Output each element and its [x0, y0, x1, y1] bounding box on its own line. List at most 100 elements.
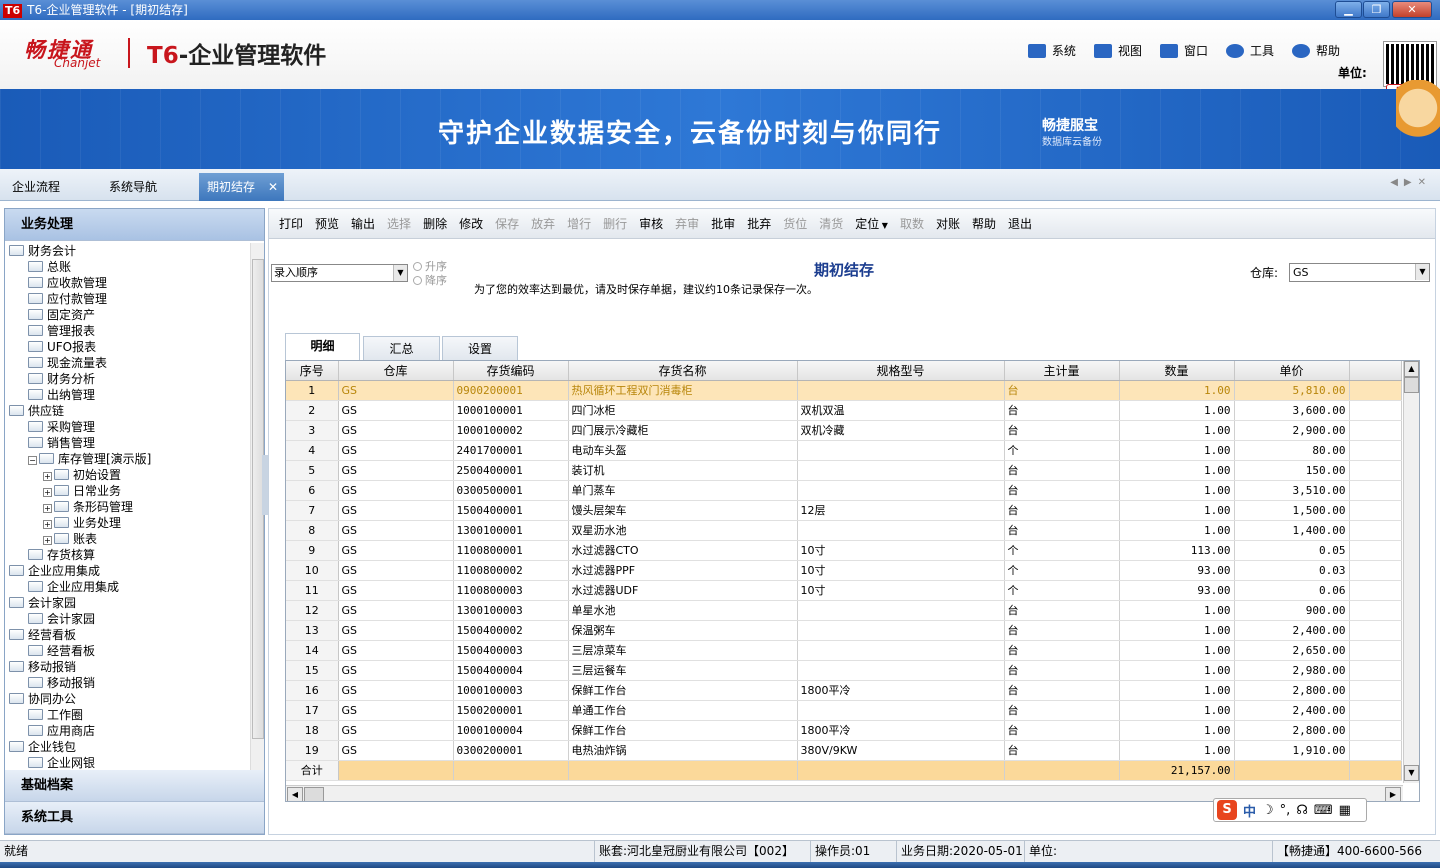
table-cell[interactable]: 1800平冷: [797, 720, 1005, 741]
table-cell[interactable]: 1.00: [1119, 740, 1235, 761]
table-cell[interactable]: 水过滤器CTO: [568, 540, 798, 561]
tree-node[interactable]: 财务分析: [28, 371, 95, 387]
toolbar-button[interactable]: 输出: [345, 213, 381, 235]
table-cell[interactable]: 12: [286, 600, 339, 621]
table-cell[interactable]: 1: [286, 380, 339, 401]
table-cell[interactable]: GS: [338, 520, 454, 541]
table-cell[interactable]: 2,800.00: [1234, 680, 1350, 701]
table-row[interactable]: 7 GS 1500400001 馒头层架车 12层台 1.00 1,500.00: [286, 500, 1402, 521]
table-cell[interactable]: 1000100003: [453, 680, 569, 701]
column-header[interactable]: 存货编码: [453, 361, 569, 381]
table-row[interactable]: 19 GS 0300200001 电热油炸锅 380V/9KW 台 1.00 1,910.00: [286, 740, 1402, 761]
table-cell[interactable]: 3: [286, 420, 339, 441]
table-row[interactable]: 12 GS 1300100003 单星水池 台 1.00 900.00: [286, 600, 1402, 621]
table-cell[interactable]: 1.00: [1119, 600, 1235, 621]
toolbar-button[interactable]: 修改: [453, 213, 489, 235]
tree-node[interactable]: − 库存管理[演示版]: [28, 451, 151, 467]
toolbar-button[interactable]: 定位: [849, 213, 894, 235]
table-cell[interactable]: 10寸: [797, 560, 1005, 581]
table-cell[interactable]: GS: [338, 560, 454, 581]
toolbar-button[interactable]: 批弃: [741, 213, 777, 235]
table-cell[interactable]: 台: [1004, 720, 1120, 741]
tree-node[interactable]: 企业应用集成: [9, 563, 100, 579]
table-row[interactable]: 11 GS 1100800003 水过滤器UDF 10寸个 93.00 0.06: [286, 580, 1402, 601]
tab-system-nav[interactable]: 系统导航: [109, 178, 157, 195]
tree-node[interactable]: + 业务处理: [43, 515, 121, 531]
scrollbar-thumb[interactable]: [1404, 377, 1419, 393]
table-cell[interactable]: 6: [286, 480, 339, 501]
tree-node[interactable]: 财务会计: [9, 243, 76, 259]
tree-node[interactable]: UFO报表: [28, 339, 96, 355]
table-cell[interactable]: 1500400004: [453, 660, 569, 681]
table-row[interactable]: 1 GS 0900200001 热风循环工程双门消毒柜 台 1.00 5,810.00: [286, 380, 1402, 401]
table-cell[interactable]: 1,500.00: [1234, 500, 1350, 521]
table-cell[interactable]: 0300200001: [453, 740, 569, 761]
tree-node[interactable]: + 日常业务: [43, 483, 121, 499]
table-cell[interactable]: 5,810.00: [1234, 380, 1350, 401]
tree-node[interactable]: 移动报销: [9, 659, 76, 675]
ime-mode[interactable]: 中: [1243, 801, 1256, 820]
tree-node[interactable]: 出纳管理: [28, 387, 95, 403]
table-cell[interactable]: 台: [1004, 620, 1120, 641]
toolbar-button[interactable]: 删行: [597, 213, 633, 235]
table-cell[interactable]: 0.05: [1234, 540, 1350, 561]
tree-node[interactable]: 会计家园: [9, 595, 76, 611]
table-cell[interactable]: GS: [338, 600, 454, 621]
table-cell[interactable]: 台: [1004, 680, 1120, 701]
table-row[interactable]: 8 GS 1300100001 双星沥水池 台 1.00 1,400.00: [286, 520, 1402, 541]
table-cell[interactable]: [797, 480, 1005, 501]
table-cell[interactable]: 台: [1004, 520, 1120, 541]
table-row[interactable]: 2 GS 1000100001 四门冰柜 双机双温台 1.00 3,600.00: [286, 400, 1402, 421]
table-cell[interactable]: 1.00: [1119, 480, 1235, 501]
chevron-down-icon[interactable]: ▼: [393, 265, 407, 281]
table-cell[interactable]: [797, 380, 1005, 401]
table-cell[interactable]: GS: [338, 440, 454, 461]
scroll-down-icon[interactable]: ▼: [1404, 765, 1419, 781]
table-cell[interactable]: 个: [1004, 580, 1120, 601]
table-cell[interactable]: GS: [338, 660, 454, 681]
table-cell[interactable]: 三层凉菜车: [568, 640, 798, 661]
table-row[interactable]: 18 GS 1000100004 保鲜工作台 1800平冷台 1.00 2,800.00: [286, 720, 1402, 741]
ime-toolbar[interactable]: S 中 ☽ °, ☊ ⌨ ▦: [1213, 798, 1367, 822]
table-cell[interactable]: 台: [1004, 660, 1120, 681]
sidebar-system-tools[interactable]: 系统工具: [5, 802, 264, 834]
punctuation-icon[interactable]: °,: [1280, 803, 1291, 818]
tab-scroll-arrows[interactable]: ◀▶✕: [1390, 177, 1432, 188]
ad-banner[interactable]: 守护企业数据安全，云备份时刻与你同行 畅捷服宝 数据库云备份: [0, 89, 1440, 169]
table-cell[interactable]: 单门蒸车: [568, 480, 798, 501]
table-cell[interactable]: 单星水池: [568, 600, 798, 621]
tree-node[interactable]: 工作圈: [28, 707, 83, 723]
table-cell[interactable]: 3,600.00: [1234, 400, 1350, 421]
table-cell[interactable]: 个: [1004, 440, 1120, 461]
table-cell[interactable]: 2,900.00: [1234, 420, 1350, 441]
table-cell[interactable]: 台: [1004, 400, 1120, 421]
table-cell[interactable]: GS: [338, 640, 454, 661]
table-row[interactable]: 13 GS 1500400002 保温粥车 台 1.00 2,400.00: [286, 620, 1402, 641]
scrollbar-thumb[interactable]: [304, 787, 324, 801]
toolbar-button[interactable]: 放弃: [525, 213, 561, 235]
table-cell[interactable]: 1.00: [1119, 440, 1235, 461]
column-header[interactable]: 序号: [286, 361, 339, 381]
table-cell[interactable]: [797, 640, 1005, 661]
table-cell[interactable]: 93.00: [1119, 560, 1235, 581]
table-row[interactable]: 15 GS 1500400004 三层运餐车 台 1.00 2,980.00: [286, 660, 1402, 681]
table-cell[interactable]: 个: [1004, 540, 1120, 561]
table-cell[interactable]: 1000100001: [453, 400, 569, 421]
table-cell[interactable]: GS: [338, 700, 454, 721]
table-row[interactable]: 9 GS 1100800001 水过滤器CTO 10寸个 113.00 0.05: [286, 540, 1402, 561]
order-select[interactable]: 录入顺序 ▼: [271, 264, 408, 282]
table-cell[interactable]: 1,910.00: [1234, 740, 1350, 761]
table-cell[interactable]: 5: [286, 460, 339, 481]
table-cell[interactable]: 2500400001: [453, 460, 569, 481]
tab-opening-balance[interactable]: 期初结存 ✕: [199, 173, 284, 201]
table-cell[interactable]: 台: [1004, 500, 1120, 521]
table-cell[interactable]: 双机双温: [797, 400, 1005, 421]
subtab-settings[interactable]: 设置: [442, 336, 518, 360]
tree-node[interactable]: 会计家园: [28, 611, 95, 627]
table-cell[interactable]: 1.00: [1119, 400, 1235, 421]
close-button[interactable]: ✕: [1392, 1, 1432, 18]
table-cell[interactable]: 水过滤器UDF: [568, 580, 798, 601]
tree-node[interactable]: 企业钱包: [9, 739, 76, 755]
table-cell[interactable]: 保鲜工作台: [568, 720, 798, 741]
table-cell[interactable]: GS: [338, 620, 454, 641]
